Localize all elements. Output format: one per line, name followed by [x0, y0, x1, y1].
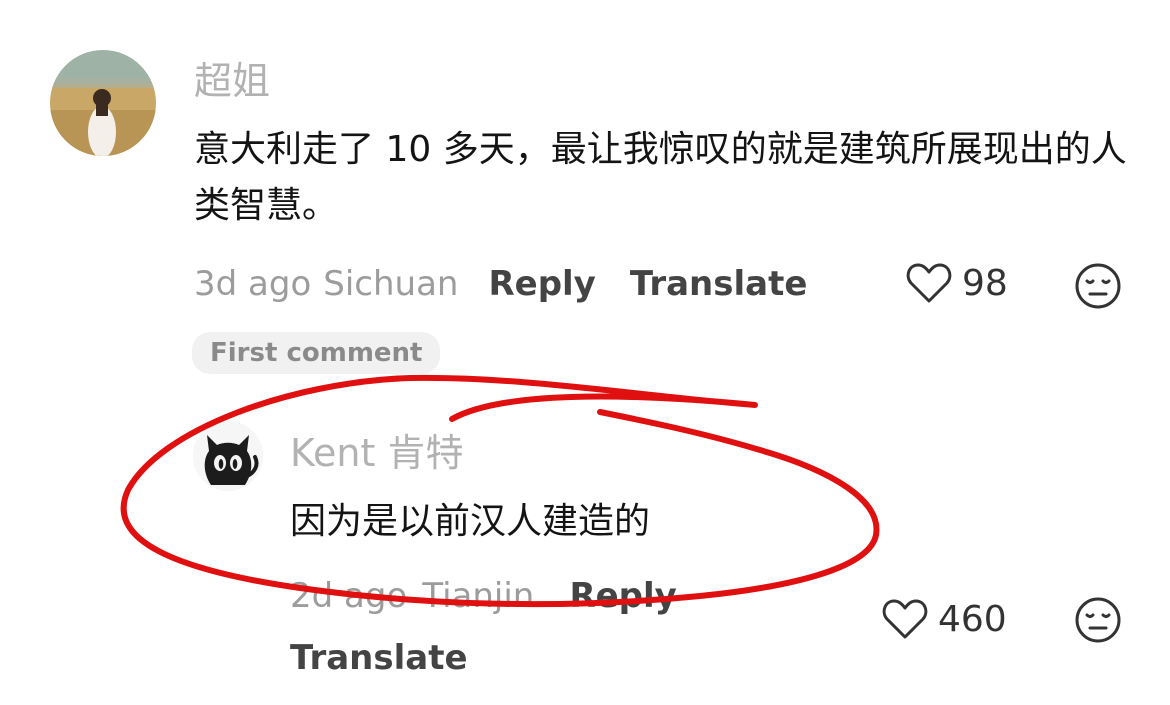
reply-dislike-button[interactable]	[1074, 596, 1122, 644]
first-comment-badge: First comment	[192, 332, 441, 374]
dislike-button[interactable]	[1074, 262, 1122, 310]
like-count: 98	[962, 262, 1008, 304]
reply-like-count: 460	[938, 598, 1007, 640]
reply-avatar[interactable]	[193, 421, 263, 491]
reply-meta-row: 2d ago Tianjin Reply Translate	[290, 568, 850, 692]
avatar-photo	[50, 50, 156, 156]
reply-reply-button[interactable]: Reply	[569, 576, 676, 616]
black-cat-icon	[204, 435, 259, 485]
reply-location: Tianjin	[422, 576, 535, 616]
comment-location: Sichuan	[323, 264, 459, 304]
reply-text: 因为是以前汉人建造的	[290, 501, 651, 542]
comment-username[interactable]: 超姐	[194, 62, 270, 100]
comment-text: 意大利走了 10 多天，最让我惊叹的就是建筑所展现出的人类智慧。	[194, 129, 1127, 226]
heart-outline-icon	[882, 599, 928, 639]
translate-button[interactable]: Translate	[630, 264, 808, 304]
reply-translate-button[interactable]: Translate	[290, 638, 468, 678]
heart-outline-icon	[906, 263, 952, 303]
expressionless-face-icon	[1075, 263, 1121, 309]
reply-button[interactable]: Reply	[488, 264, 595, 304]
like-button[interactable]: 98	[906, 262, 1008, 304]
comment-time: 3d ago	[194, 264, 312, 304]
expressionless-face-icon	[1075, 597, 1121, 643]
reply-username[interactable]: Kent 肯特	[290, 434, 463, 472]
reply-time: 2d ago	[290, 576, 408, 616]
user-avatar[interactable]	[50, 50, 156, 156]
comment-meta-row: 3d ago Sichuan Reply Translate	[194, 264, 807, 304]
reply-like-button[interactable]: 460	[882, 598, 1007, 640]
